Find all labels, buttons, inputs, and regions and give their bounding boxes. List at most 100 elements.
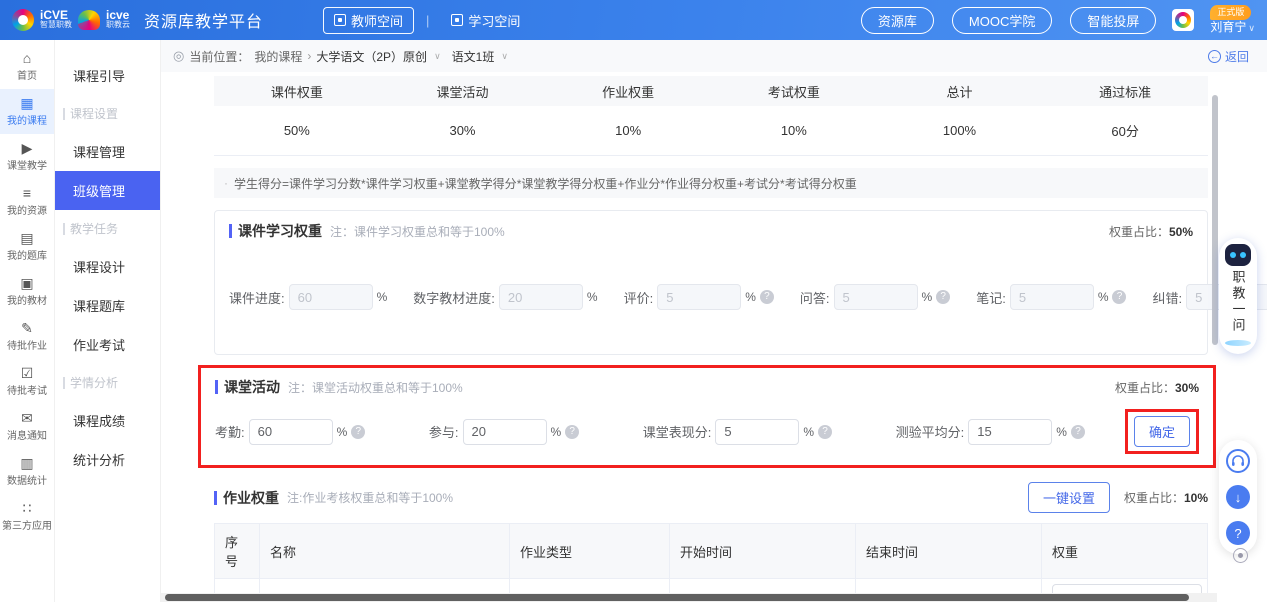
classroom-card-title: 课堂活动 bbox=[215, 377, 280, 397]
weight-input[interactable] bbox=[289, 284, 373, 310]
summary-col-header: 考试权重 bbox=[711, 82, 877, 101]
classroom-card-note: 注：课堂活动权重总和等于100% bbox=[288, 379, 463, 396]
submenu-item-作业考试[interactable]: 作业考试 bbox=[55, 325, 160, 364]
courseware-card-note: 注：课件学习权重总和等于100% bbox=[330, 223, 505, 240]
my-textbooks-icon: ▣ bbox=[20, 276, 33, 290]
chevron-down-icon[interactable]: ∨ bbox=[501, 51, 508, 62]
homework-table: 序号名称作业类型开始时间结束时间权重 1 测试综合题同步到试卷功能1 题库作业 … bbox=[214, 523, 1208, 602]
my-question-bank-icon: ▤ bbox=[20, 231, 33, 245]
submenu-item-课程设计[interactable]: 课程设计 bbox=[55, 247, 160, 286]
my-resources-icon: ≡ bbox=[23, 186, 31, 200]
download-icon[interactable]: ↓ bbox=[1226, 485, 1250, 509]
logo1-brand: iCVE bbox=[40, 10, 72, 20]
submenu-item-班级管理[interactable]: 班级管理 bbox=[55, 171, 160, 210]
weight-field: 测验平均分: % ? bbox=[896, 419, 1085, 445]
weight-field: 数字教材进度: % bbox=[413, 284, 597, 310]
help-tooltip-icon[interactable]: ? bbox=[818, 425, 832, 439]
weight-input[interactable] bbox=[1010, 284, 1094, 310]
weight-input[interactable] bbox=[657, 284, 741, 310]
score-formula: 学生得分=课件学习分数*课件学习权重+课堂教学得分*课堂教学得分权重+作业分*作… bbox=[234, 175, 857, 192]
weight-field: 笔记: % ? bbox=[976, 284, 1126, 310]
sidebar-item-课堂教学[interactable]: ▶ 课堂教学 bbox=[0, 134, 54, 179]
nav-separator: | bbox=[426, 13, 429, 28]
my-courses-icon: ▦ bbox=[20, 96, 33, 110]
summary-col-value: 10% bbox=[545, 123, 711, 138]
weight-input[interactable] bbox=[968, 419, 1052, 445]
header-action-1[interactable]: MOOC学院 bbox=[952, 7, 1052, 34]
weight-input[interactable] bbox=[499, 284, 583, 310]
data-stats-icon: ▥ bbox=[20, 456, 33, 470]
weight-field: 课件进度: % bbox=[229, 284, 387, 310]
header-action-2[interactable]: 智能投屏 bbox=[1070, 7, 1156, 34]
message-notice-icon: ✉ bbox=[21, 411, 33, 425]
hw-col-header: 作业类型 bbox=[510, 524, 670, 579]
help-tooltip-icon[interactable]: ? bbox=[565, 425, 579, 439]
homework-weight-ratio: 权重占比：10% bbox=[1124, 489, 1208, 506]
mini-app-icon[interactable] bbox=[1172, 9, 1194, 31]
help-tooltip-icon[interactable]: ? bbox=[1112, 290, 1126, 304]
submenu-item-课程成绩[interactable]: 课程成绩 bbox=[55, 401, 160, 440]
weight-input[interactable] bbox=[463, 419, 547, 445]
chevron-down-icon[interactable]: ∨ bbox=[434, 51, 441, 62]
brand-logos: iCVE 智慧职教 icve 职教云 资源库教学平台 bbox=[12, 8, 263, 32]
user-menu[interactable]: 正式版 刘育宁∨ bbox=[1210, 5, 1255, 35]
help-icon[interactable]: ? bbox=[1226, 521, 1250, 545]
courseware-weight-card: 课件学习权重 注：课件学习权重总和等于100% 权重占比：50% 课件进度: %… bbox=[214, 210, 1208, 355]
sidebar-item-我的资源[interactable]: ≡ 我的资源 bbox=[0, 179, 54, 224]
summary-col-value: 50% bbox=[214, 123, 380, 138]
breadcrumb-course[interactable]: 大学语文（2P）原创 bbox=[316, 48, 427, 65]
horizontal-scrollbar-track[interactable] bbox=[161, 593, 1217, 602]
vertical-scrollbar-thumb[interactable] bbox=[1212, 95, 1218, 345]
help-tooltip-icon[interactable]: ? bbox=[936, 290, 950, 304]
home-icon: ⌂ bbox=[23, 51, 31, 65]
course-submenu: 课程引导课程设置课程管理班级管理教学任务课程设计课程题库作业考试学情分析课程成绩… bbox=[55, 40, 161, 602]
sidebar-item-我的教材[interactable]: ▣ 我的教材 bbox=[0, 269, 54, 314]
summary-col-header: 课件权重 bbox=[214, 82, 380, 101]
weight-summary-values: 50%30%10%10%100%60分 bbox=[214, 106, 1208, 156]
weight-input[interactable] bbox=[715, 419, 799, 445]
sidebar-item-消息通知[interactable]: ✉ 消息通知 bbox=[0, 404, 54, 449]
back-arrow-icon: ← bbox=[1208, 50, 1221, 63]
horizontal-scrollbar-thumb[interactable] bbox=[165, 594, 1189, 601]
weight-input[interactable] bbox=[249, 419, 333, 445]
submenu-section-课程设置: 课程设置 bbox=[55, 95, 160, 132]
help-tooltip-icon[interactable]: ? bbox=[760, 290, 774, 304]
sidebar-item-我的题库[interactable]: ▤ 我的题库 bbox=[0, 224, 54, 269]
app: iCVE 智慧职教 icve 职教云 资源库教学平台 教师空间 | 学习空间 资源… bbox=[0, 0, 1267, 602]
help-tooltip-icon[interactable]: ? bbox=[351, 425, 365, 439]
submenu-item-统计分析[interactable]: 统计分析 bbox=[55, 440, 160, 479]
submenu-section-教学任务: 教学任务 bbox=[55, 210, 160, 247]
submenu-item-课程管理[interactable]: 课程管理 bbox=[55, 132, 160, 171]
back-button[interactable]: ← 返回 bbox=[1208, 48, 1249, 65]
hw-col-header: 权重 bbox=[1042, 524, 1208, 579]
breadcrumb-separator: › bbox=[307, 49, 311, 63]
sidebar-item-首页[interactable]: ⌂ 首页 bbox=[0, 44, 54, 89]
breadcrumb-root[interactable]: 我的课程 bbox=[254, 48, 302, 65]
sidebar-item-待批考试[interactable]: ☑ 待批考试 bbox=[0, 359, 54, 404]
top-header: iCVE 智慧职教 icve 职教云 资源库教学平台 教师空间 | 学习空间 资源… bbox=[0, 0, 1267, 40]
quick-set-button[interactable]: 一键设置 bbox=[1028, 482, 1110, 513]
ai-assistant-widget[interactable]: 职教一问 bbox=[1219, 238, 1257, 354]
help-tooltip-icon[interactable]: ? bbox=[1071, 425, 1085, 439]
breadcrumb-prefix: 当前位置： bbox=[189, 48, 249, 65]
sidebar-item-我的课程[interactable]: ▦ 我的课程 bbox=[0, 89, 54, 134]
hw-col-header: 开始时间 bbox=[670, 524, 856, 579]
weight-input[interactable] bbox=[834, 284, 918, 310]
sidebar-item-第三方应用[interactable]: ∷ 第三方应用 bbox=[0, 494, 54, 539]
breadcrumb-class[interactable]: 语文1班 bbox=[452, 48, 495, 65]
header-action-0[interactable]: 资源库 bbox=[861, 7, 934, 34]
score-formula-bar: · 学生得分=课件学习分数*课件学习权重+课堂教学得分*课堂教学得分权重+作业分… bbox=[214, 168, 1208, 198]
header-right: 资源库 MOOC学院智能投屏 正式版 刘育宁∨ bbox=[861, 5, 1255, 35]
nav-learning-space[interactable]: 学习空间 bbox=[441, 8, 530, 33]
percent-suffix: % bbox=[1056, 425, 1067, 439]
confirm-button[interactable]: 确定 bbox=[1134, 416, 1190, 447]
customer-service-icon[interactable] bbox=[1226, 449, 1250, 473]
collapse-dot-icon[interactable] bbox=[1233, 548, 1248, 563]
sidebar-item-待批作业[interactable]: ✎ 待批作业 bbox=[0, 314, 54, 359]
pending-homework-icon: ✎ bbox=[21, 321, 33, 335]
submenu-item-课程引导[interactable]: 课程引导 bbox=[55, 56, 160, 95]
submenu-item-课程题库[interactable]: 课程题库 bbox=[55, 286, 160, 325]
nav-teacher-space[interactable]: 教师空间 bbox=[323, 7, 414, 34]
sidebar-item-数据统计[interactable]: ▥ 数据统计 bbox=[0, 449, 54, 494]
space-nav: 教师空间 | 学习空间 bbox=[323, 7, 530, 34]
